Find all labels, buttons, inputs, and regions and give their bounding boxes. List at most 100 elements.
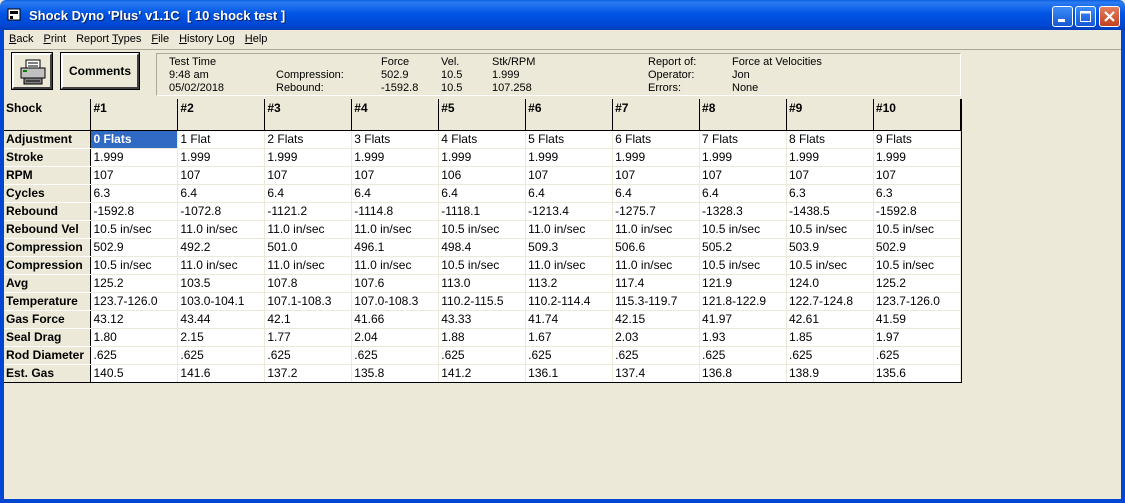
menu-file[interactable]: File — [146, 30, 174, 49]
grid-cell[interactable]: .625 — [90, 346, 179, 365]
grid-cell[interactable]: 498.4 — [438, 238, 527, 257]
grid-cell[interactable]: 6.3 — [873, 184, 961, 203]
grid-cell[interactable]: 502.9 — [873, 238, 961, 257]
grid-cell[interactable]: 10.5 in/sec — [786, 256, 874, 275]
grid-cell[interactable]: 137.4 — [612, 364, 701, 382]
grid-cell[interactable]: 6.3 — [786, 184, 874, 203]
grid-cell[interactable]: 110.2-114.4 — [525, 292, 614, 311]
grid-cell[interactable]: 2.04 — [351, 328, 440, 347]
grid-cell[interactable]: 6.4 — [612, 184, 701, 203]
grid-cell[interactable]: 107 — [90, 166, 179, 185]
maximize-button[interactable] — [1075, 6, 1096, 27]
grid-cell[interactable]: 2.03 — [612, 328, 701, 347]
column-header-shock-2[interactable]: #2 — [177, 99, 266, 131]
grid-cell[interactable]: 43.12 — [90, 310, 179, 329]
minimize-button[interactable] — [1052, 6, 1073, 27]
grid-cell[interactable]: 115.3-119.7 — [612, 292, 701, 311]
grid-cell[interactable]: 135.8 — [351, 364, 440, 382]
grid-cell[interactable]: 140.5 — [90, 364, 179, 382]
grid-cell[interactable]: 10.5 in/sec — [786, 220, 874, 239]
column-header-shock-10[interactable]: #10 — [873, 99, 961, 131]
grid-cell[interactable]: 10.5 in/sec — [438, 220, 527, 239]
grid-cell[interactable]: 42.61 — [786, 310, 874, 329]
grid-cell[interactable]: 123.7-126.0 — [873, 292, 961, 311]
column-header-shock-3[interactable]: #3 — [264, 99, 353, 131]
grid-cell[interactable]: 10.5 in/sec — [873, 256, 961, 275]
grid-cell[interactable]: 138.9 — [786, 364, 874, 382]
grid-cell[interactable]: 11.0 in/sec — [351, 256, 440, 275]
grid-cell[interactable]: 1.67 — [525, 328, 614, 347]
menu-help[interactable]: Help — [240, 30, 273, 49]
grid-cell[interactable]: 113.2 — [525, 274, 614, 293]
column-header-shock-7[interactable]: #7 — [612, 99, 701, 131]
grid-cell[interactable]: 123.7-126.0 — [90, 292, 179, 311]
grid-cell[interactable]: -1121.2 — [264, 202, 353, 221]
grid-cell[interactable]: 6.4 — [351, 184, 440, 203]
grid-cell[interactable]: 136.1 — [525, 364, 614, 382]
grid-cell[interactable]: 122.7-124.8 — [786, 292, 874, 311]
grid-cell[interactable]: 107 — [264, 166, 353, 185]
grid-cell[interactable]: 106 — [438, 166, 527, 185]
grid-cell[interactable]: 125.2 — [873, 274, 961, 293]
grid-cell[interactable]: 6.4 — [525, 184, 614, 203]
grid-cell[interactable]: -1328.3 — [699, 202, 787, 221]
grid-cell[interactable]: 1.999 — [438, 148, 527, 167]
grid-cell[interactable]: 1.97 — [873, 328, 961, 347]
print-button[interactable] — [11, 52, 53, 90]
grid-cell[interactable]: 11.0 in/sec — [264, 256, 353, 275]
grid-cell[interactable]: 41.59 — [873, 310, 961, 329]
grid-cell[interactable]: 6.3 — [90, 184, 179, 203]
grid-cell[interactable]: 43.44 — [177, 310, 266, 329]
grid-cell[interactable]: -1072.8 — [177, 202, 266, 221]
grid-cell[interactable]: 9 Flats — [873, 130, 961, 149]
grid-cell[interactable]: 11.0 in/sec — [612, 256, 701, 275]
grid-cell[interactable]: 141.6 — [177, 364, 266, 382]
grid-cell[interactable]: 107.0-108.3 — [351, 292, 440, 311]
grid-cell[interactable]: 5 Flats — [525, 130, 614, 149]
grid-cell[interactable]: 1.999 — [351, 148, 440, 167]
grid-cell[interactable]: 1.999 — [525, 148, 614, 167]
grid-cell[interactable]: 10.5 in/sec — [699, 256, 787, 275]
grid-cell[interactable]: 41.66 — [351, 310, 440, 329]
grid-cell[interactable]: 3 Flats — [351, 130, 440, 149]
grid-cell[interactable]: 10.5 in/sec — [90, 256, 179, 275]
grid-cell[interactable]: 11.0 in/sec — [177, 220, 266, 239]
grid-cell[interactable]: 11.0 in/sec — [177, 256, 266, 275]
title-bar[interactable]: Shock Dyno 'Plus' v1.1C [ 10 shock test … — [0, 0, 1125, 30]
grid-cell[interactable]: 107 — [786, 166, 874, 185]
grid-cell[interactable]: 496.1 — [351, 238, 440, 257]
menu-back[interactable]: Back — [4, 30, 38, 49]
grid-cell[interactable]: 502.9 — [90, 238, 179, 257]
column-header-shock-4[interactable]: #4 — [351, 99, 440, 131]
grid-cell[interactable]: 10.5 in/sec — [873, 220, 961, 239]
close-button[interactable] — [1099, 6, 1120, 27]
grid-cell[interactable]: 137.2 — [264, 364, 353, 382]
grid-cell[interactable]: 10.5 in/sec — [438, 256, 527, 275]
grid-cell[interactable]: 10.5 in/sec — [90, 220, 179, 239]
grid-cell[interactable]: 11.0 in/sec — [612, 220, 701, 239]
grid-cell[interactable]: 506.6 — [612, 238, 701, 257]
grid-cell[interactable]: .625 — [525, 346, 614, 365]
grid-cell[interactable]: .625 — [264, 346, 353, 365]
grid-cell[interactable]: 11.0 in/sec — [525, 256, 614, 275]
grid-cell[interactable]: 1.88 — [438, 328, 527, 347]
grid-cell[interactable]: 6.4 — [438, 184, 527, 203]
grid-cell[interactable]: -1213.4 — [525, 202, 614, 221]
grid-cell[interactable]: 505.2 — [699, 238, 787, 257]
shock-data-grid[interactable]: Shock #1 #2 #3 #4 #5 #6 #7 #8 #9 #10 Adjustment 0 … — [4, 99, 962, 383]
grid-cell[interactable]: 1.77 — [264, 328, 353, 347]
grid-cell[interactable]: 107 — [177, 166, 266, 185]
grid-cell[interactable]: -1118.1 — [438, 202, 527, 221]
grid-cell[interactable]: -1438.5 — [786, 202, 874, 221]
grid-cell[interactable]: .625 — [177, 346, 266, 365]
grid-cell[interactable]: 107 — [351, 166, 440, 185]
grid-cell[interactable]: 1.999 — [873, 148, 961, 167]
grid-cell[interactable]: 124.0 — [786, 274, 874, 293]
grid-cell[interactable]: 1.999 — [699, 148, 787, 167]
grid-cell[interactable]: 107.8 — [264, 274, 353, 293]
grid-cell[interactable]: .625 — [438, 346, 527, 365]
grid-cell[interactable]: 1.999 — [177, 148, 266, 167]
grid-cell[interactable]: 103.5 — [177, 274, 266, 293]
grid-cell[interactable]: 0 Flats — [90, 130, 179, 149]
grid-cell[interactable]: 121.8-122.9 — [699, 292, 787, 311]
